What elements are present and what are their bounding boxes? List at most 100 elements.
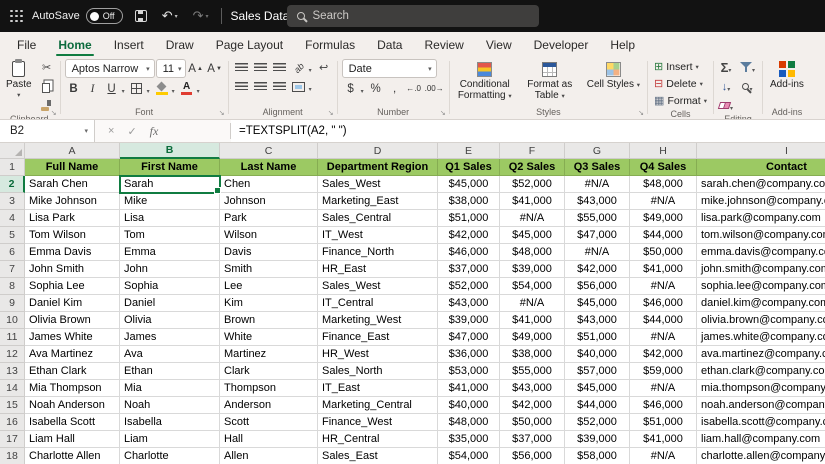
cell-A7[interactable]: John Smith <box>25 261 120 278</box>
wrap-text-button[interactable]: ↩ <box>315 59 333 76</box>
cell-I3[interactable]: mike.johnson@company.com <box>697 193 825 210</box>
cell-E9[interactable]: $43,000 <box>438 295 500 312</box>
cell-B17[interactable]: Liam <box>120 431 220 448</box>
cell-H2[interactable]: $48,000 <box>630 176 697 193</box>
column-header-I[interactable]: I <box>697 143 825 159</box>
cell-E8[interactable]: $52,000 <box>438 278 500 295</box>
cell-H11[interactable]: #N/A <box>630 329 697 346</box>
header-cell-F1[interactable]: Q2 Sales <box>500 159 565 176</box>
align-top-button[interactable] <box>233 59 251 76</box>
cell-F8[interactable]: $54,000 <box>500 278 565 295</box>
cell-F4[interactable]: #N/A <box>500 210 565 227</box>
cell-H15[interactable]: $46,000 <box>630 397 697 414</box>
row-header-11[interactable]: 11 <box>0 329 25 346</box>
delete-cells-button[interactable]: ⊟ Delete ▾ <box>652 76 709 91</box>
cell-C4[interactable]: Park <box>220 210 318 227</box>
row-header-2[interactable]: 2 <box>0 176 25 193</box>
header-cell-B1[interactable]: First Name <box>120 159 220 176</box>
cell-G3[interactable]: $43,000 <box>565 193 630 210</box>
cell-D6[interactable]: Finance_North <box>318 244 438 261</box>
cell-H10[interactable]: $44,000 <box>630 312 697 329</box>
cell-G13[interactable]: $57,000 <box>565 363 630 380</box>
decrease-decimal-button[interactable]: .00→ <box>424 80 445 97</box>
cell-B3[interactable]: Mike <box>120 193 220 210</box>
row-header-13[interactable]: 13 <box>0 363 25 380</box>
cell-E18[interactable]: $54,000 <box>438 448 500 464</box>
cell-F2[interactable]: $52,000 <box>500 176 565 193</box>
column-header-E[interactable]: E <box>438 143 500 159</box>
cell-A10[interactable]: Olivia Brown <box>25 312 120 329</box>
cell-A14[interactable]: Mia Thompson <box>25 380 120 397</box>
header-cell-E1[interactable]: Q1 Sales <box>438 159 500 176</box>
cell-C17[interactable]: Hall <box>220 431 318 448</box>
tab-developer[interactable]: Developer <box>523 32 600 56</box>
cell-B14[interactable]: Mia <box>120 380 220 397</box>
row-header-5[interactable]: 5 <box>0 227 25 244</box>
cell-A18[interactable]: Charlotte Allen <box>25 448 120 464</box>
row-header-18[interactable]: 18 <box>0 448 25 464</box>
dialog-launcher-icon[interactable]: ↘ <box>440 110 446 117</box>
cell-C18[interactable]: Allen <box>220 448 318 464</box>
header-cell-H1[interactable]: Q4 Sales <box>630 159 697 176</box>
cell-B16[interactable]: Isabella <box>120 414 220 431</box>
tab-data[interactable]: Data <box>366 32 413 56</box>
cell-A17[interactable]: Liam Hall <box>25 431 120 448</box>
copy-button[interactable] <box>38 78 56 95</box>
cell-I2[interactable]: sarah.chen@company.com <box>697 176 825 193</box>
cell-D4[interactable]: Sales_Central <box>318 210 438 227</box>
cell-H18[interactable]: #N/A <box>630 448 697 464</box>
cell-C8[interactable]: Lee <box>220 278 318 295</box>
cell-I11[interactable]: james.white@company.com <box>697 329 825 346</box>
cell-E2[interactable]: $45,000 <box>438 176 500 193</box>
cell-G12[interactable]: $40,000 <box>565 346 630 363</box>
cell-C6[interactable]: Davis <box>220 244 318 261</box>
cell-D5[interactable]: IT_West <box>318 227 438 244</box>
fill-color-button[interactable] <box>153 80 171 97</box>
tab-draw[interactable]: Draw <box>155 32 205 56</box>
cell-H16[interactable]: $51,000 <box>630 414 697 431</box>
row-header-7[interactable]: 7 <box>0 261 25 278</box>
formula-input[interactable]: =TEXTSPLIT(A2, " ") <box>231 120 825 142</box>
enter-icon[interactable]: ✓ <box>127 125 136 138</box>
cell-F5[interactable]: $45,000 <box>500 227 565 244</box>
column-header-F[interactable]: F <box>500 143 565 159</box>
addins-button[interactable]: Add-ins <box>767 59 807 91</box>
row-header-6[interactable]: 6 <box>0 244 25 261</box>
cell-A16[interactable]: Isabella Scott <box>25 414 120 431</box>
cell-B10[interactable]: Olivia <box>120 312 220 329</box>
cell-G9[interactable]: $45,000 <box>565 295 630 312</box>
cell-A4[interactable]: Lisa Park <box>25 210 120 227</box>
cell-C10[interactable]: Brown <box>220 312 318 329</box>
increase-decimal-button[interactable]: ←.0 <box>405 80 423 97</box>
cell-G7[interactable]: $42,000 <box>565 261 630 278</box>
cell-G15[interactable]: $44,000 <box>565 397 630 414</box>
cell-H13[interactable]: $59,000 <box>630 363 697 380</box>
cell-D15[interactable]: Marketing_Central <box>318 397 438 414</box>
cell-C2[interactable]: Chen <box>220 176 318 193</box>
cell-I18[interactable]: charlotte.allen@company.com <box>697 448 825 464</box>
align-bottom-button[interactable] <box>271 59 289 76</box>
row-header-15[interactable]: 15 <box>0 397 25 414</box>
cell-I5[interactable]: tom.wilson@company.com <box>697 227 825 244</box>
row-header-3[interactable]: 3 <box>0 193 25 210</box>
cell-E10[interactable]: $39,000 <box>438 312 500 329</box>
search-box[interactable]: Search <box>286 5 539 27</box>
cell-C3[interactable]: Johnson <box>220 193 318 210</box>
cell-G8[interactable]: $56,000 <box>565 278 630 295</box>
cell-D2[interactable]: Sales_West <box>318 176 438 193</box>
cell-H17[interactable]: $41,000 <box>630 431 697 448</box>
cell-H6[interactable]: $50,000 <box>630 244 697 261</box>
dialog-launcher-icon[interactable]: ↘ <box>219 110 225 117</box>
cell-B11[interactable]: James <box>120 329 220 346</box>
cell-C16[interactable]: Scott <box>220 414 318 431</box>
dialog-launcher-icon[interactable]: ↘ <box>638 110 644 117</box>
cell-E13[interactable]: $53,000 <box>438 363 500 380</box>
cell-E16[interactable]: $48,000 <box>438 414 500 431</box>
tab-insert[interactable]: Insert <box>103 32 155 56</box>
cell-B18[interactable]: Charlotte <box>120 448 220 464</box>
align-right-button[interactable] <box>271 78 289 95</box>
autosum-button[interactable]: Σ ▾ <box>718 59 736 76</box>
insert-cells-button[interactable]: ⊞ Insert ▾ <box>652 59 709 74</box>
cell-D18[interactable]: Sales_East <box>318 448 438 464</box>
cell-A2[interactable]: Sarah Chen <box>25 176 120 193</box>
